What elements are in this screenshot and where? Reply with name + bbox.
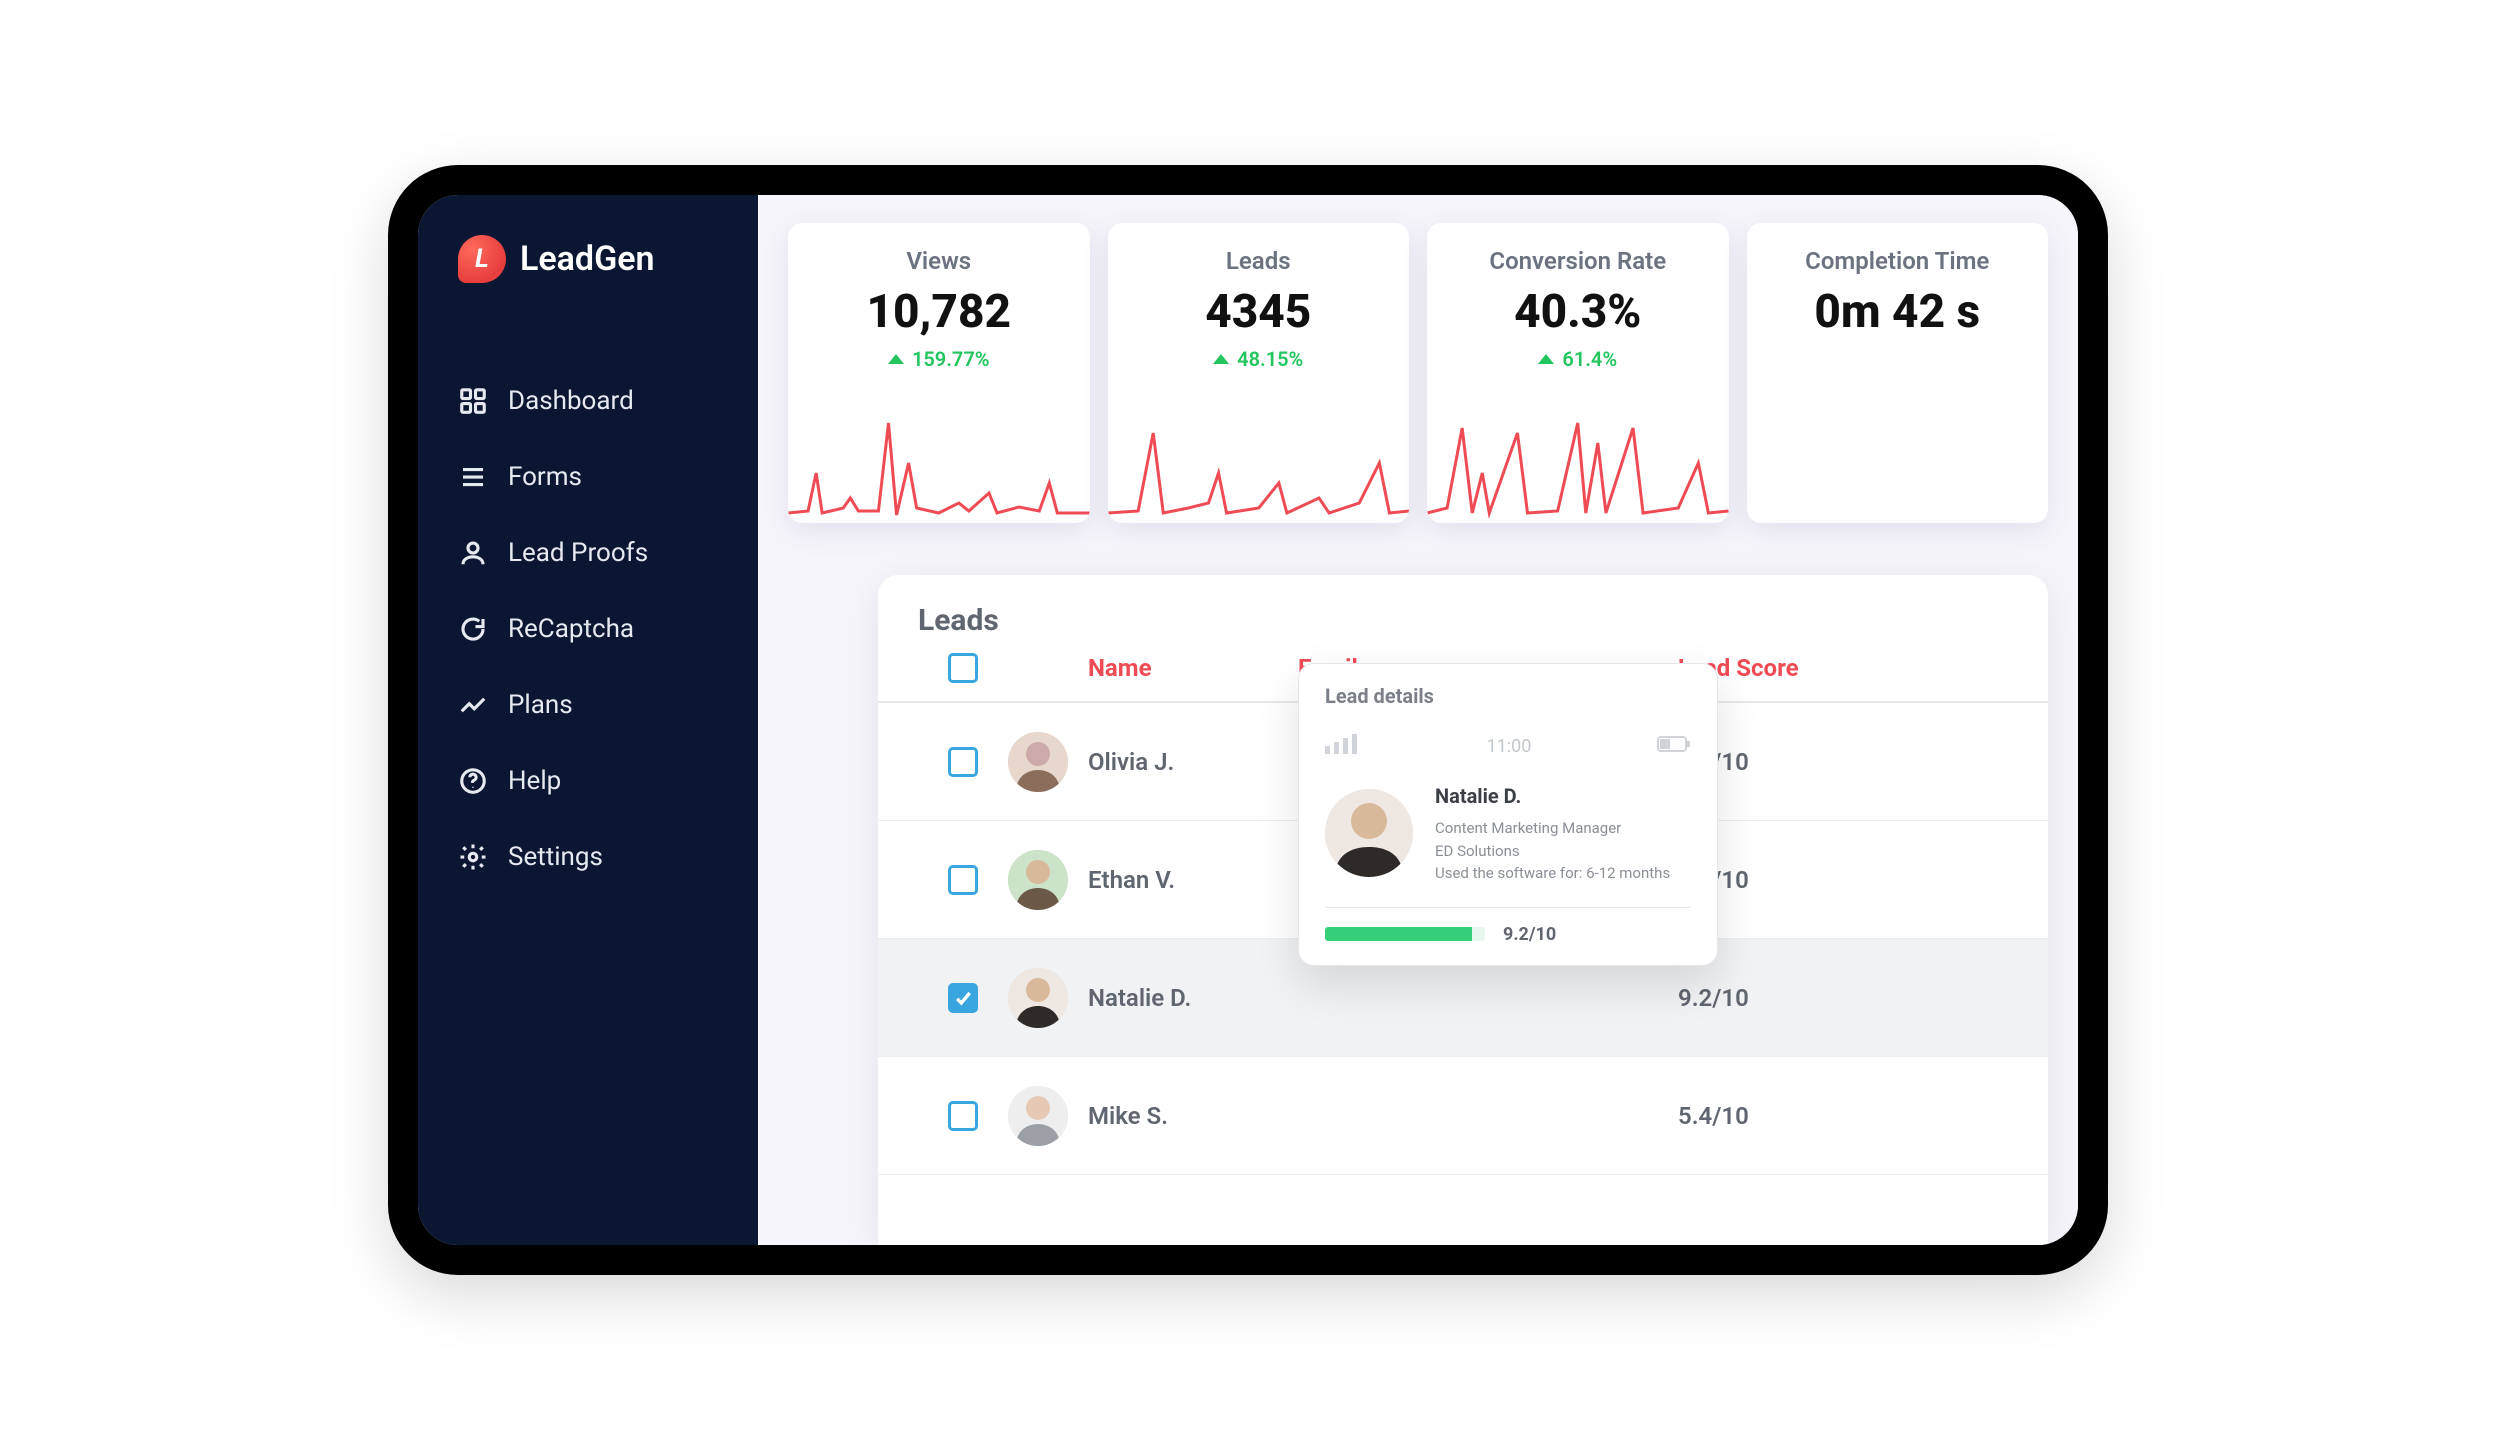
divider xyxy=(1325,907,1691,908)
stat-card-conversion-rate: Conversion Rate 40.3% 61.4% xyxy=(1427,223,1729,523)
sidebar-nav: Dashboard Forms Lead Proofs xyxy=(418,363,758,895)
sparkline xyxy=(1427,403,1729,523)
sidebar-item-label: Forms xyxy=(508,462,582,492)
trend-up-icon xyxy=(1538,354,1554,364)
sidebar-item-label: Plans xyxy=(508,690,573,720)
sidebar-item-label: Settings xyxy=(508,842,603,872)
sidebar-item-label: Dashboard xyxy=(508,386,634,416)
lead-name: Ethan V. xyxy=(1088,866,1298,894)
device-status-bar: 11:00 xyxy=(1325,734,1691,759)
column-header-score[interactable]: Lead Score xyxy=(1678,654,2008,682)
stat-label: Leads xyxy=(1118,247,1400,275)
status-time: 11:00 xyxy=(1487,736,1532,757)
battery-icon xyxy=(1657,735,1691,758)
stat-change: 159.77% xyxy=(798,347,1080,371)
stat-label: Views xyxy=(798,247,1080,275)
main-content: Views 10,782 159.77% Leads 4345 xyxy=(758,195,2078,1245)
lead-name: Mike S. xyxy=(1088,1102,1298,1130)
avatar xyxy=(1008,1086,1068,1146)
brand-logo: L xyxy=(458,235,506,283)
sidebar-item-label: Help xyxy=(508,766,561,796)
app-screen: L LeadGen Dashboard Forms xyxy=(418,195,2078,1245)
leads-panel: Leads Name Email Lead Score Olivia J. xyxy=(878,575,2048,1245)
lead-score: 9.1/10 xyxy=(1678,866,2008,894)
stat-change-value: 61.4% xyxy=(1562,347,1617,371)
stats-row: Views 10,782 159.77% Leads 4345 xyxy=(788,223,2048,523)
sidebar: L LeadGen Dashboard Forms xyxy=(418,195,758,1245)
sparkline xyxy=(788,403,1090,523)
lead-score: 5.4/10 xyxy=(1678,1102,2008,1130)
sidebar-item-label: Lead Proofs xyxy=(508,538,648,568)
lead-name: Natalie D. xyxy=(1088,984,1298,1012)
row-checkbox[interactable] xyxy=(948,1101,978,1131)
stat-card-completion-time: Completion Time 0m 42 s xyxy=(1747,223,2049,523)
lead-row[interactable]: Mike S. 5.4/10 xyxy=(878,1057,2048,1175)
stat-change: 48.15% xyxy=(1118,347,1400,371)
detail-score-row: 9.2/10 xyxy=(1325,924,1691,945)
chart-line-icon xyxy=(458,690,488,720)
forms-icon xyxy=(458,462,488,492)
lead-name: Olivia J. xyxy=(1088,748,1298,776)
lead-detail-text: Natalie D. Content Marketing Manager ED … xyxy=(1435,781,1670,885)
row-checkbox[interactable] xyxy=(948,983,978,1013)
stat-change-value: 48.15% xyxy=(1237,347,1303,371)
detail-company: ED Solutions xyxy=(1435,840,1670,863)
sidebar-item-help[interactable]: Help xyxy=(458,743,758,819)
person-icon xyxy=(458,538,488,568)
help-icon xyxy=(458,766,488,796)
brand: L LeadGen xyxy=(418,235,758,283)
row-checkbox[interactable] xyxy=(948,747,978,777)
sidebar-item-label: ReCaptcha xyxy=(508,614,634,644)
stat-card-views: Views 10,782 159.77% xyxy=(788,223,1090,523)
sidebar-item-dashboard[interactable]: Dashboard xyxy=(458,363,758,439)
sidebar-item-plans[interactable]: Plans xyxy=(458,667,758,743)
dashboard-icon xyxy=(458,386,488,416)
select-all-checkbox[interactable] xyxy=(948,653,978,683)
column-header-name[interactable]: Name xyxy=(1088,654,1298,682)
sidebar-item-forms[interactable]: Forms xyxy=(458,439,758,515)
popover-title: Lead details xyxy=(1325,684,1691,708)
stat-value: 10,782 xyxy=(798,285,1080,339)
sparkline xyxy=(1108,403,1410,523)
gear-icon xyxy=(458,842,488,872)
stat-change: 61.4% xyxy=(1437,347,1719,371)
leads-title: Leads xyxy=(878,603,2048,643)
stat-value: 0m 42 s xyxy=(1757,285,2039,339)
refresh-icon xyxy=(458,614,488,644)
tablet-frame: L LeadGen Dashboard Forms xyxy=(388,165,2108,1275)
sidebar-item-lead-proofs[interactable]: Lead Proofs xyxy=(458,515,758,591)
stat-value: 40.3% xyxy=(1437,285,1719,339)
brand-name: LeadGen xyxy=(520,239,655,279)
stat-change-value: 159.77% xyxy=(912,347,990,371)
stat-label: Completion Time xyxy=(1757,247,2039,275)
avatar xyxy=(1008,850,1068,910)
avatar xyxy=(1008,732,1068,792)
trend-up-icon xyxy=(888,354,904,364)
signal-icon xyxy=(1325,734,1361,759)
sidebar-item-recaptcha[interactable]: ReCaptcha xyxy=(458,591,758,667)
avatar xyxy=(1325,789,1413,877)
lead-score: 7.8/10 xyxy=(1678,748,2008,776)
detail-usage: Used the software for: 6-12 months xyxy=(1435,862,1670,885)
detail-role: Content Marketing Manager xyxy=(1435,817,1670,840)
detail-score-value: 9.2/10 xyxy=(1503,924,1556,945)
stat-label: Conversion Rate xyxy=(1437,247,1719,275)
detail-name: Natalie D. xyxy=(1435,781,1670,811)
score-bar xyxy=(1325,927,1485,941)
avatar xyxy=(1008,968,1068,1028)
row-checkbox[interactable] xyxy=(948,865,978,895)
sidebar-item-settings[interactable]: Settings xyxy=(458,819,758,895)
trend-up-icon xyxy=(1213,354,1229,364)
stat-value: 4345 xyxy=(1118,285,1400,339)
stat-card-leads: Leads 4345 48.15% xyxy=(1108,223,1410,523)
lead-score: 9.2/10 xyxy=(1678,984,2008,1012)
lead-detail-popover: Lead details 11:00 xyxy=(1298,663,1718,966)
